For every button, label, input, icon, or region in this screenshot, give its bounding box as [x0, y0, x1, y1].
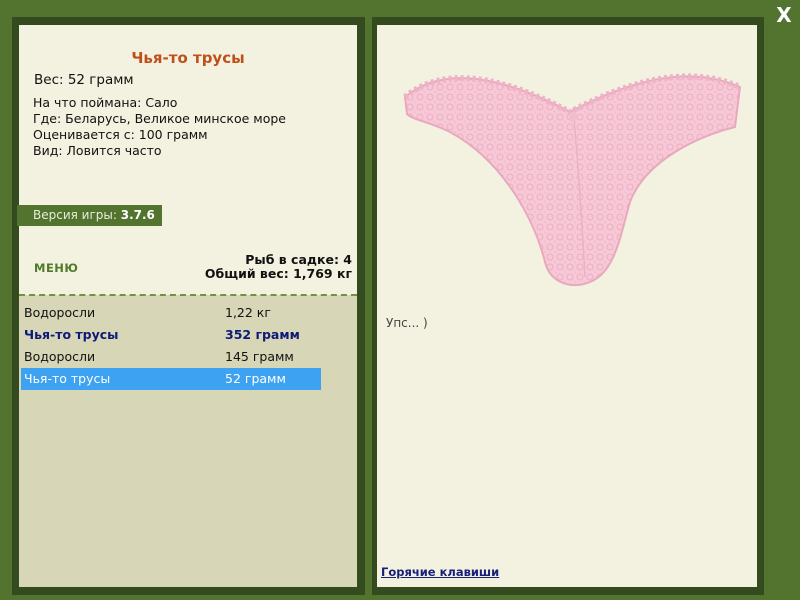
- item-valuation: Оценивается с: 100 грамм: [33, 127, 208, 142]
- catch-row[interactable]: Водоросли 1,22 кг: [21, 302, 321, 324]
- catch-weight: 352 грамм: [225, 327, 300, 342]
- catch-weight: 52 грамм: [225, 371, 286, 386]
- item-comment: Упс... ): [386, 316, 428, 330]
- catch-weight: 145 грамм: [225, 349, 294, 364]
- version-label: Версия игры:: [33, 208, 117, 222]
- catch-row-selected[interactable]: Чья-то трусы 52 грамм: [21, 368, 321, 390]
- total-weight: Общий вес: 1,769 кг: [204, 266, 352, 281]
- catch-row[interactable]: Чья-то трусы 352 грамм: [21, 324, 321, 346]
- close-button[interactable]: X: [770, 1, 798, 29]
- item-weight: Вес: 52 грамм: [34, 72, 134, 88]
- item-location: Где: Беларусь, Великое минское море: [33, 111, 286, 126]
- dashed-divider: [19, 294, 357, 296]
- hotkeys-link[interactable]: Горячие клавиши: [381, 565, 499, 579]
- catch-list: Водоросли 1,22 кг Чья-то трусы 352 грамм…: [21, 302, 321, 390]
- version-value: 3.7.6: [120, 208, 155, 222]
- menu-button[interactable]: МЕНЮ: [34, 261, 78, 275]
- fish-count: Рыб в садке: 4: [245, 252, 352, 267]
- catch-name: Чья-то трусы: [24, 327, 119, 342]
- catch-item-image: [403, 73, 742, 287]
- catch-row[interactable]: Водоросли 145 грамм: [21, 346, 321, 368]
- catch-name: Чья-то трусы: [24, 371, 111, 386]
- item-frequency: Вид: Ловится часто: [33, 143, 162, 158]
- catch-name: Водоросли: [24, 305, 96, 320]
- keepnet-stats: Рыб в садке: 4 Общий вес: 1,769 кг: [205, 253, 352, 281]
- catch-name: Водоросли: [24, 349, 96, 364]
- item-title: Чья-то трусы: [131, 49, 245, 67]
- version-bar: Версия игры: 3.7.6: [17, 205, 162, 226]
- catch-weight: 1,22 кг: [225, 305, 271, 320]
- item-bait: На что поймана: Сало: [33, 95, 178, 110]
